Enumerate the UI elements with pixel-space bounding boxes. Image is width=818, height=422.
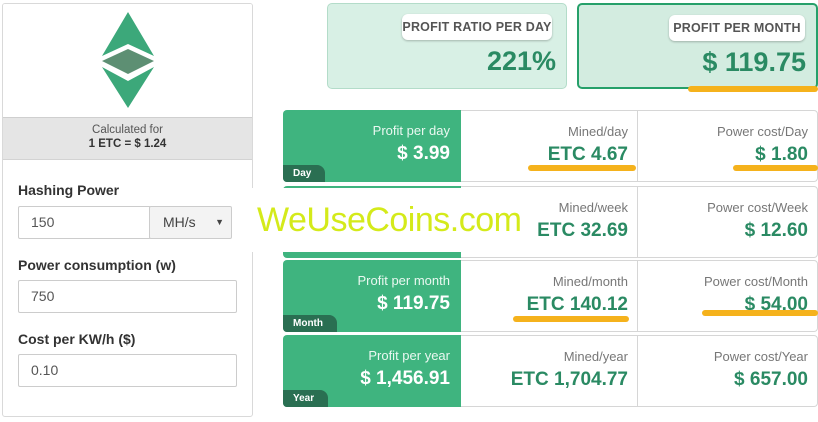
mined-year-cell: Mined/year ETC 1,704.77 <box>461 335 638 407</box>
profit-month-row-label: Profit per month <box>357 273 451 288</box>
profit-day-value: $ 3.99 <box>397 143 450 164</box>
highlight-underline <box>702 310 818 316</box>
watermark-overlay: WeUseCoins.com <box>245 188 527 252</box>
row-year: Profit per year $ 1,456.91 Year Mined/ye… <box>283 335 818 407</box>
profit-day-cell: Profit per day $ 3.99 Day <box>283 110 461 182</box>
power-consumption-label: Power consumption (w) <box>18 257 176 273</box>
row-day: Profit per day $ 3.99 Day Mined/day ETC … <box>283 110 818 182</box>
profit-month-value: $ 119.75 <box>702 47 806 77</box>
watermark-text: WeUseCoins.com <box>257 201 522 239</box>
mined-day-cell: Mined/day ETC 4.67 <box>461 110 638 182</box>
period-tag-year: Year <box>283 390 329 407</box>
calculated-for-box: Calculated for 1 ETC = $ 1.24 <box>3 117 252 160</box>
profit-ratio-label: PROFIT RATIO PER DAY <box>402 14 552 40</box>
caret-down-icon: ▼ <box>215 217 224 227</box>
cost-per-kwh-input[interactable]: 0.10 <box>18 354 237 387</box>
power-week-label: Power cost/Week <box>707 200 808 215</box>
highlight-underline <box>688 86 818 92</box>
profit-year-value: $ 1,456.91 <box>360 368 450 389</box>
logo-area <box>3 4 252 116</box>
power-month-cell: Power cost/Month $ 54.00 <box>638 260 818 332</box>
hashing-power-input[interactable]: 150 <box>18 206 151 239</box>
power-month-label: Power cost/Month <box>703 274 808 289</box>
mined-year-label: Mined/year <box>563 349 628 364</box>
profit-ratio-value: 221% <box>486 46 556 76</box>
mined-week-value: ETC 32.69 <box>537 220 628 241</box>
mined-day-value: ETC 4.67 <box>547 144 628 165</box>
calculator-input-panel: Calculated for 1 ETC = $ 1.24 Hashing Po… <box>2 3 253 417</box>
hashing-unit-select[interactable]: MH/s ▼ <box>149 206 232 239</box>
mined-year-value: ETC 1,704.77 <box>510 369 628 390</box>
period-tag-month: Month <box>283 315 337 332</box>
profit-year-cell: Profit per year $ 1,456.91 Year <box>283 335 461 407</box>
power-week-cell: Power cost/Week $ 12.60 <box>638 186 818 258</box>
power-year-cell: Power cost/Year $ 657.00 <box>638 335 818 407</box>
cost-per-kwh-label: Cost per KW/h ($) <box>18 331 136 347</box>
power-day-label: Power cost/Day <box>716 124 808 139</box>
hashing-power-label: Hashing Power <box>18 182 120 198</box>
power-day-cell: Power cost/Day $ 1.80 <box>638 110 818 182</box>
power-consumption-input[interactable]: 750 <box>18 280 237 313</box>
profit-day-label: Profit per day <box>372 123 450 138</box>
profit-ratio-card: PROFIT RATIO PER DAY 221% <box>327 3 567 89</box>
power-day-value: $ 1.80 <box>755 144 808 165</box>
period-tag-day: Day <box>283 165 326 182</box>
power-year-label: Power cost/Year <box>713 349 808 364</box>
profit-month-card: PROFIT PER MONTH $ 119.75 <box>577 3 818 89</box>
highlight-underline <box>733 165 818 171</box>
profit-year-label: Profit per year <box>368 348 450 363</box>
highlight-underline <box>528 165 636 171</box>
mined-week-label: Mined/week <box>558 200 628 215</box>
power-week-value: $ 12.60 <box>744 220 808 241</box>
highlight-underline <box>513 316 629 322</box>
exchange-rate-value: 1 ETC = $ 1.24 <box>88 138 167 150</box>
mined-month-value: ETC 140.12 <box>526 294 628 315</box>
profit-month-label: PROFIT PER MONTH <box>669 15 805 41</box>
profit-month-cell: Profit per month $ 119.75 Month <box>283 260 461 332</box>
mined-month-label: Mined/month <box>552 274 628 289</box>
power-year-value: $ 657.00 <box>734 369 808 390</box>
mined-day-label: Mined/day <box>568 124 628 139</box>
calculated-for-label: Calculated for <box>92 124 163 136</box>
ethereum-classic-logo-icon <box>102 12 154 108</box>
hashing-unit-value: MH/s <box>163 214 196 230</box>
profit-month-row-value: $ 119.75 <box>377 293 450 314</box>
